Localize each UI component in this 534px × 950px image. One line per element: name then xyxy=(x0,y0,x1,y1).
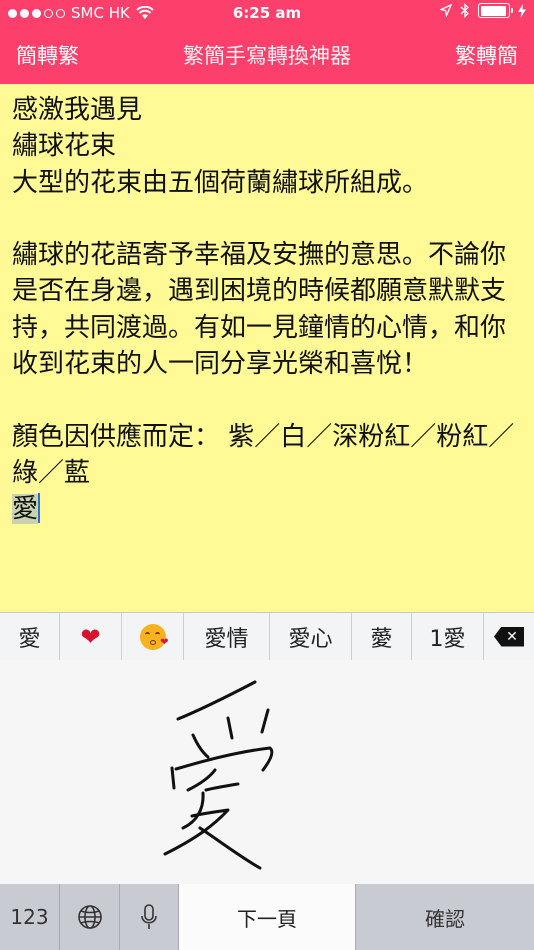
globe-key[interactable] xyxy=(60,884,120,950)
microphone-icon xyxy=(141,904,157,929)
heart-emoji-icon: ❤ xyxy=(80,622,101,651)
candidate-item[interactable]: 愛心 xyxy=(270,613,352,660)
confirm-key[interactable]: 確認 xyxy=(356,884,534,950)
page-title: 繁簡手寫轉換神器 xyxy=(183,44,351,68)
editor-line: ​ xyxy=(12,382,522,418)
candidate-item[interactable]: 愛 xyxy=(0,613,60,660)
editor-line-cursor: 愛 xyxy=(12,491,522,527)
text-caret xyxy=(38,493,41,524)
editor-line: 感激我遇見 xyxy=(12,95,143,125)
handwriting-stroke-drawing xyxy=(163,680,274,870)
header: SMC HK 6:25 am 簡轉繁 繁簡手寫轉換神器 繁轉簡 xyxy=(0,0,534,84)
editor-content[interactable]: 感激我遇見繡球花束大型的花束由五個荷蘭繡球所組成。​繡球的花語寄予幸福及安撫的意… xyxy=(12,92,522,528)
editor-line: 繡球花束 xyxy=(12,131,117,162)
selected-text: 愛 xyxy=(12,494,39,525)
kiss-emoji-icon: ❤ xyxy=(139,623,169,650)
battery-icon xyxy=(478,3,513,18)
candidate-item[interactable]: 薆 xyxy=(352,613,412,660)
dictation-key[interactable] xyxy=(120,884,179,950)
globe-icon xyxy=(77,905,102,929)
location-icon xyxy=(440,4,452,17)
charging-bolt-icon xyxy=(518,3,526,18)
editor-line: ​ xyxy=(12,201,522,237)
bluetooth-icon xyxy=(460,3,469,18)
editor-line: 大型的花束由五個荷蘭繡球所組成。 xyxy=(12,167,429,198)
candidate-bar: 愛 ❤ ❤ 愛情 愛心 薆 1愛 ✕ xyxy=(0,612,534,661)
editor-line: 繡球的花語寄予幸福及安撫的意思。不論你是否在身邊，遇到困境的時候都願意默默支持，… xyxy=(12,240,507,380)
nav-bar: 簡轉繁 繁簡手寫轉換神器 繁轉簡 xyxy=(0,34,534,74)
candidate-item[interactable]: ❤ xyxy=(122,613,184,660)
candidate-item[interactable]: 愛情 xyxy=(184,613,270,660)
delete-icon: ✕ xyxy=(494,626,524,647)
keyboard-bottom-row: 123 下一頁 確認 xyxy=(0,884,534,950)
handwriting-pad[interactable] xyxy=(0,660,534,884)
candidate-item[interactable]: 1愛 xyxy=(412,613,484,660)
editor-line: 顏色因供應而定： 紫／白／深粉紅／粉紅／綠／藍 xyxy=(12,421,515,488)
delete-button[interactable]: ✕ xyxy=(484,613,534,660)
next-page-key[interactable]: 下一頁 xyxy=(179,884,356,950)
numbers-key[interactable]: 123 xyxy=(0,884,60,950)
traditional-to-simplified-button[interactable]: 繁轉簡 xyxy=(455,40,518,70)
text-editor[interactable]: 感激我遇見繡球花束大型的花束由五個荷蘭繡球所組成。​繡球的花語寄予幸福及安撫的意… xyxy=(0,84,534,612)
candidate-item[interactable]: ❤ xyxy=(60,613,122,660)
status-bar: SMC HK 6:25 am xyxy=(0,0,534,28)
